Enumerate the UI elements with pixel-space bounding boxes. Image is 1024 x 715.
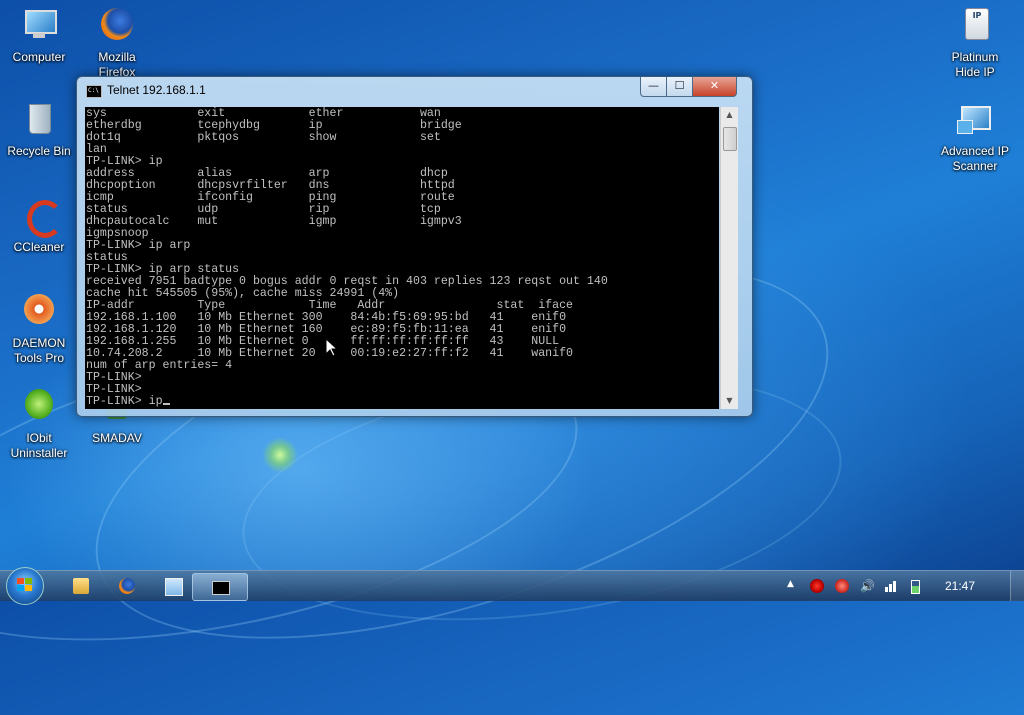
scroll-up-arrow-icon[interactable]: ▲ bbox=[721, 107, 738, 123]
firefox-icon bbox=[97, 6, 137, 46]
computer-icon bbox=[19, 6, 59, 46]
desktop-icon-label: Platinum Hide IP bbox=[951, 50, 999, 79]
text-cursor bbox=[162, 403, 170, 405]
desktop-icon-daemon-tools[interactable]: DAEMON Tools Pro bbox=[0, 292, 81, 366]
desktop-icon-computer[interactable]: Computer bbox=[0, 6, 81, 65]
console-icon bbox=[212, 581, 230, 595]
desktop-icon-firefox[interactable]: Mozilla Firefox bbox=[75, 6, 159, 80]
desktop-icon-iobit-uninstaller[interactable]: IObit Uninstaller bbox=[0, 387, 81, 461]
console-line: dot1q pktqos show set bbox=[86, 131, 441, 144]
ccleaner-icon bbox=[19, 196, 63, 238]
security-icon[interactable] bbox=[835, 579, 849, 593]
record-icon[interactable] bbox=[810, 579, 824, 593]
start-button[interactable] bbox=[6, 567, 44, 605]
taskbar-clock[interactable]: 21:47 bbox=[945, 579, 975, 593]
desktop-icon-label: Advanced IP Scanner bbox=[940, 144, 1010, 173]
desktop-icon-label: IObit Uninstaller bbox=[10, 431, 68, 460]
console-prompt: TP-LINK> ip bbox=[86, 395, 163, 408]
console-icon: C:\ bbox=[86, 85, 102, 98]
tray-overflow-icon[interactable]: ▲ bbox=[787, 579, 794, 589]
daemon-tools-icon bbox=[19, 292, 59, 332]
folder-icon bbox=[73, 578, 89, 594]
desktop-icon-label: CCleaner bbox=[13, 240, 65, 254]
taskbar: ▲ 🔊 21:47 bbox=[0, 567, 1024, 605]
window-titlebar[interactable]: C:\ Telnet 192.168.1.1 — ☐ ✕ bbox=[77, 77, 752, 105]
ip-scanner-icon bbox=[955, 100, 995, 140]
taskbar-console[interactable] bbox=[192, 573, 248, 601]
desktop-icon-recycle-bin[interactable]: Recycle Bin bbox=[0, 100, 81, 159]
desktop-icon-label: Computer bbox=[12, 50, 66, 64]
iobit-uninstaller-icon bbox=[19, 387, 59, 427]
network-icon[interactable] bbox=[884, 579, 898, 593]
mouse-pointer-icon bbox=[326, 339, 338, 357]
wallpaper-glow bbox=[262, 437, 298, 473]
windows-logo-icon bbox=[17, 578, 33, 592]
show-desktop-button[interactable] bbox=[1010, 571, 1024, 601]
vertical-scrollbar[interactable]: ▲ ▼ bbox=[720, 107, 738, 409]
desktop-icon-advanced-ip-scanner[interactable]: Advanced IP Scanner bbox=[933, 100, 1017, 174]
close-button[interactable]: ✕ bbox=[692, 77, 737, 97]
telnet-window[interactable]: C:\ Telnet 192.168.1.1 — ☐ ✕ sys exit et… bbox=[76, 76, 753, 417]
battery-icon[interactable] bbox=[908, 579, 922, 594]
volume-icon[interactable]: 🔊 bbox=[860, 579, 875, 593]
desktop-icon-label: SMADAV bbox=[92, 431, 142, 445]
desktop-icon-label: DAEMON Tools Pro bbox=[12, 336, 66, 365]
console-text: sys exit ether wan etherdbg tcephydbg ip… bbox=[85, 107, 719, 408]
desktop-icon-ccleaner[interactable]: CCleaner bbox=[0, 196, 81, 255]
console-output[interactable]: sys exit ether wan etherdbg tcephydbg ip… bbox=[85, 107, 719, 409]
desktop-icon-label: Recycle Bin bbox=[7, 144, 71, 158]
hide-ip-icon: IP bbox=[955, 6, 995, 46]
window-title: Telnet 192.168.1.1 bbox=[107, 83, 206, 97]
firefox-icon bbox=[119, 578, 135, 594]
recycle-bin-icon bbox=[19, 100, 59, 140]
maximize-button[interactable]: ☐ bbox=[666, 77, 693, 97]
notepad-icon bbox=[165, 578, 183, 596]
scroll-down-arrow-icon[interactable]: ▼ bbox=[721, 393, 738, 409]
minimize-button[interactable]: — bbox=[640, 77, 667, 97]
scroll-thumb[interactable] bbox=[723, 127, 737, 151]
desktop-icon-platinum-hide-ip[interactable]: IP Platinum Hide IP bbox=[933, 6, 1017, 80]
